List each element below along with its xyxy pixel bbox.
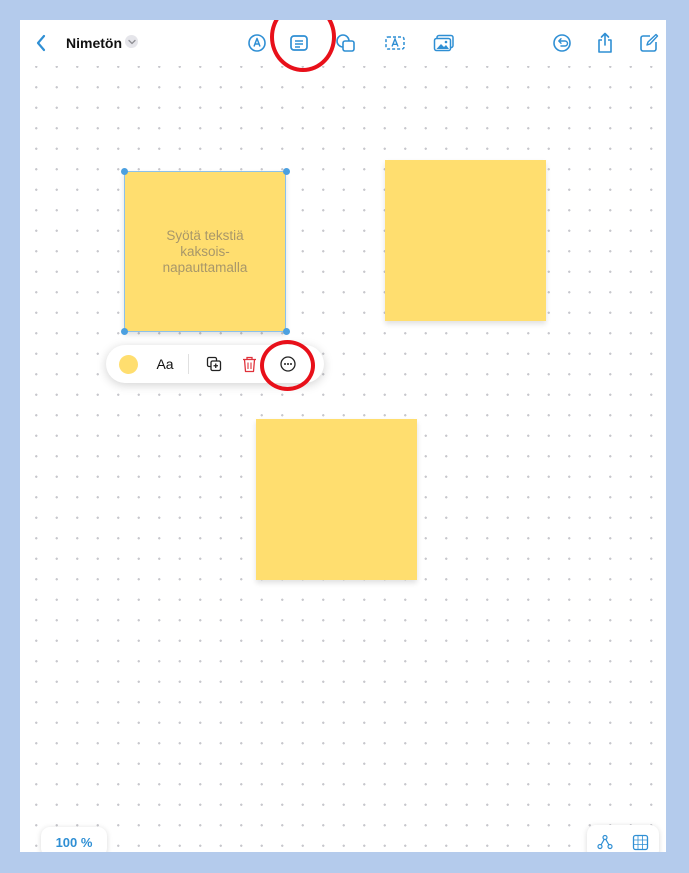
color-swatch-button[interactable] bbox=[116, 351, 140, 377]
board-canvas[interactable]: Nimetön Syötä tekstiä kaksois- napauttam… bbox=[20, 20, 666, 852]
media-icon[interactable] bbox=[431, 30, 457, 56]
sticky-note-icon[interactable] bbox=[286, 30, 312, 56]
trash-icon[interactable] bbox=[237, 351, 261, 377]
more-options-icon[interactable] bbox=[275, 351, 301, 377]
chevron-down-icon[interactable] bbox=[125, 35, 138, 48]
zoom-level[interactable]: 100 % bbox=[41, 827, 107, 852]
duplicate-icon[interactable] bbox=[202, 351, 226, 377]
bottom-right-controls bbox=[587, 825, 659, 852]
back-chevron-icon[interactable] bbox=[28, 30, 54, 56]
top-toolbar: Nimetön bbox=[20, 20, 666, 66]
resize-handle[interactable] bbox=[121, 168, 128, 175]
grid-view-icon[interactable] bbox=[625, 829, 655, 852]
text-box-icon[interactable] bbox=[382, 30, 408, 56]
note-context-menu: Aa bbox=[106, 345, 324, 383]
resize-handle[interactable] bbox=[283, 328, 290, 335]
shapes-icon[interactable] bbox=[333, 30, 359, 56]
share-icon[interactable] bbox=[592, 30, 618, 56]
resize-handle[interactable] bbox=[121, 328, 128, 335]
undo-icon[interactable] bbox=[549, 30, 575, 56]
font-style-button[interactable]: Aa bbox=[152, 351, 178, 377]
sticky-note[interactable] bbox=[256, 419, 417, 580]
color-swatch-icon bbox=[118, 354, 138, 374]
sticky-note[interactable] bbox=[385, 160, 546, 321]
sticky-note-text bbox=[385, 160, 546, 321]
compose-icon[interactable] bbox=[636, 30, 662, 56]
pen-markup-icon[interactable] bbox=[244, 30, 270, 56]
sticky-note-text bbox=[256, 419, 417, 580]
document-title[interactable]: Nimetön bbox=[66, 35, 122, 51]
selection-frame bbox=[124, 171, 286, 332]
menu-divider bbox=[188, 354, 189, 374]
resize-handle[interactable] bbox=[283, 168, 290, 175]
connector-icon[interactable] bbox=[590, 829, 620, 852]
